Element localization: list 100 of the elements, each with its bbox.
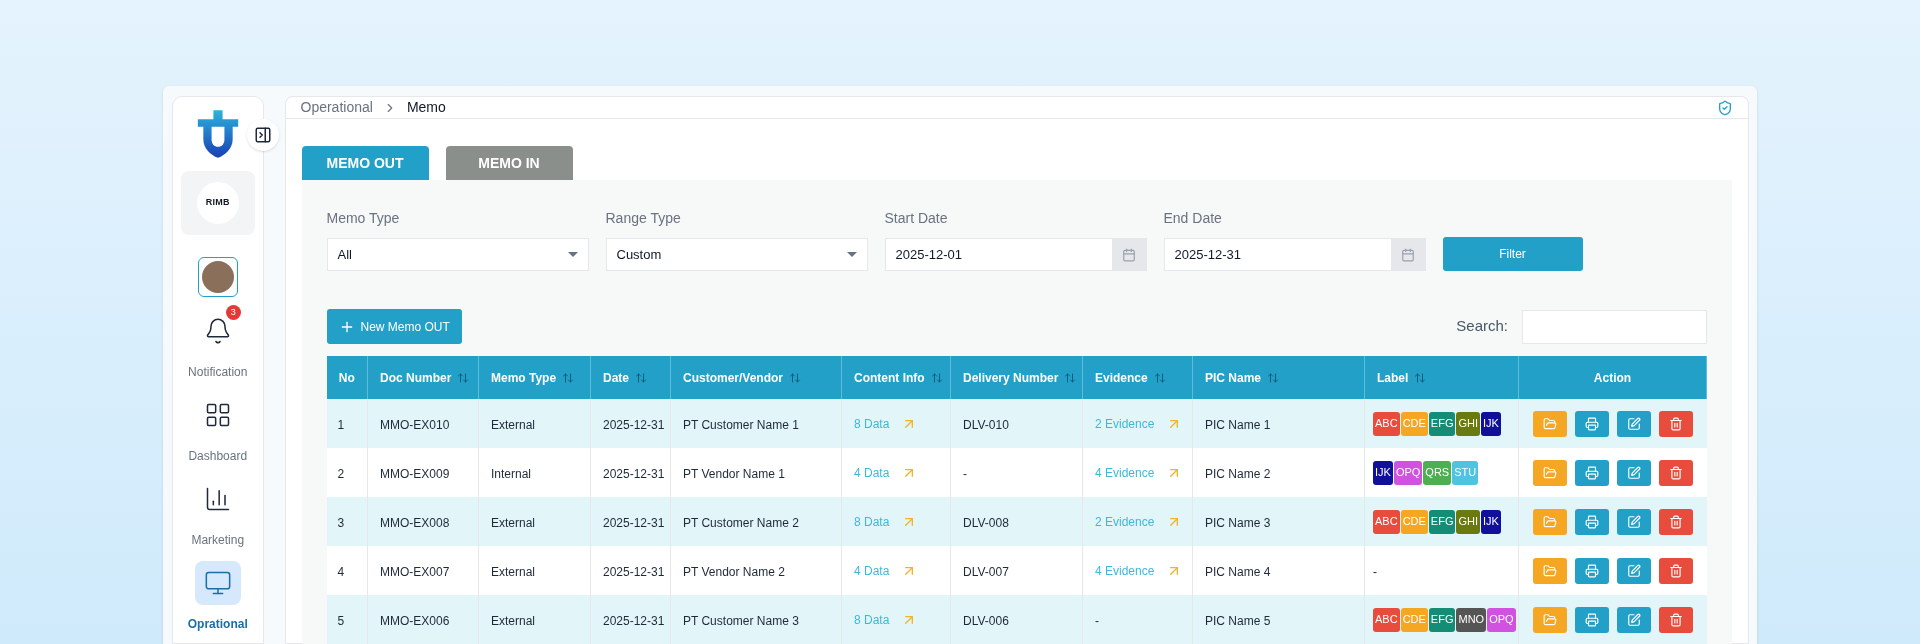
label-tag: EFG	[1428, 607, 1456, 632]
label-tag: OPQ	[1487, 607, 1516, 632]
cell-text: DLV-010	[963, 417, 1009, 432]
cell-text: 2025-12-31	[603, 417, 665, 432]
label-tag: STU	[1452, 460, 1479, 485]
cell-text: 3	[337, 515, 345, 530]
date-field[interactable]: 2025-12-31	[1163, 238, 1426, 271]
select-field[interactable]: All	[326, 238, 589, 271]
nav-item[interactable]: Marketing	[191, 477, 245, 549]
cell-text: -	[1095, 613, 1099, 628]
delete-button[interactable]	[1658, 606, 1693, 633]
cell-text: External	[491, 417, 536, 432]
panel-icon	[253, 126, 272, 144]
folder-icon	[1542, 416, 1557, 431]
link[interactable]: 8 Data	[854, 512, 890, 531]
cell-text: 2025-12-31	[603, 466, 665, 481]
cell-text: 1	[337, 417, 345, 432]
notification-badge: 3	[225, 305, 241, 320]
label-tag: QRS	[1423, 460, 1452, 485]
cell-text: -	[1373, 564, 1377, 579]
delete-button[interactable]	[1658, 508, 1693, 535]
cell-text: 4	[337, 564, 345, 579]
link[interactable]: 4 Data	[854, 463, 890, 482]
company-logo: RIMB	[196, 182, 239, 224]
print-button[interactable]	[1574, 606, 1609, 633]
print-button[interactable]	[1574, 459, 1609, 486]
date-field[interactable]: 2025-12-01	[884, 238, 1147, 271]
link[interactable]: 4 Evidence	[1095, 561, 1155, 580]
cell-text: PT Customer Name 1	[683, 417, 799, 432]
printer-icon	[1584, 612, 1599, 627]
cell-text: PT Vendor Name 2	[683, 564, 785, 579]
edit-button[interactable]	[1616, 606, 1651, 633]
link[interactable]: 8 Data	[854, 414, 890, 433]
edit-button[interactable]	[1616, 557, 1651, 584]
label-tag: EFG	[1428, 411, 1456, 436]
delete-button[interactable]	[1658, 557, 1693, 584]
avatar[interactable]	[197, 257, 238, 297]
folder-button[interactable]	[1532, 410, 1567, 437]
link[interactable]: 2 Evidence	[1095, 414, 1155, 433]
search-label: Search:	[1456, 316, 1508, 337]
label-tag: GHI	[1456, 411, 1481, 436]
cell-text: PT Vendor Name 1	[683, 466, 785, 481]
folder-icon	[1542, 563, 1557, 578]
logo-icon	[195, 109, 240, 159]
link[interactable]: 8 Data	[854, 610, 890, 629]
delete-button[interactable]	[1658, 410, 1693, 437]
cell-text: PIC Name 1	[1205, 417, 1271, 432]
folder-button[interactable]	[1532, 508, 1567, 535]
label-tag: IJK	[1481, 509, 1501, 534]
edit-button[interactable]	[1616, 508, 1651, 535]
tab[interactable]: MEMO OUT	[301, 146, 429, 180]
cell-text: 5	[337, 613, 345, 628]
folder-button[interactable]	[1532, 459, 1567, 486]
cell-text: PIC Name 3	[1205, 515, 1271, 530]
avatar-placeholder	[201, 261, 234, 293]
link[interactable]: 2 Evidence	[1095, 512, 1155, 531]
new-memo-button[interactable]: New Memo OUT	[326, 309, 462, 344]
cell-text: DLV-008	[963, 515, 1009, 530]
printer-icon	[1584, 563, 1599, 578]
folder-button[interactable]	[1532, 606, 1567, 633]
printer-icon	[1584, 465, 1599, 480]
label-tag: ABC	[1373, 509, 1400, 534]
cell-text: External	[491, 613, 536, 628]
cell-text: External	[491, 515, 536, 530]
tab[interactable]: MEMO IN	[445, 146, 573, 180]
print-button[interactable]	[1574, 410, 1609, 437]
cell-text: External	[491, 564, 536, 579]
filter-button[interactable]: Filter	[1442, 237, 1583, 271]
folder-button[interactable]	[1532, 557, 1567, 584]
edit-button[interactable]	[1616, 459, 1651, 486]
cell-text: MMO-EX007	[380, 564, 450, 579]
label-tag: CDE	[1400, 607, 1428, 632]
nav-item[interactable]: Oprational	[187, 561, 248, 633]
label-tag: IJK	[1373, 460, 1393, 485]
caret-icon	[846, 252, 857, 257]
breadcrumb-current: Memo	[406, 98, 446, 117]
trash-icon	[1668, 465, 1683, 480]
link[interactable]: 4 Data	[854, 561, 890, 580]
delete-button[interactable]	[1658, 459, 1693, 486]
trash-icon	[1668, 563, 1683, 578]
cell-text: PT Customer Name 2	[683, 515, 799, 530]
field-label: Range Type	[605, 209, 682, 228]
link[interactable]: 4 Evidence	[1095, 463, 1155, 482]
print-button[interactable]	[1574, 557, 1609, 584]
edit-button[interactable]	[1616, 410, 1651, 437]
select-field[interactable]: Custom	[605, 238, 868, 271]
cell-text: MMO-EX008	[380, 515, 450, 530]
trash-icon	[1668, 612, 1683, 627]
label-tag: MNO	[1456, 607, 1487, 632]
cell-text: 2025-12-31	[603, 515, 665, 530]
search-field[interactable]	[1522, 309, 1707, 344]
panel-toggle-button[interactable]	[246, 119, 279, 151]
cell-text: PIC Name 5	[1205, 613, 1271, 628]
calendar-icon	[1121, 247, 1136, 262]
cell-text: 2025-12-31	[603, 564, 665, 579]
breadcrumb-link[interactable]: Operational	[300, 97, 373, 118]
print-button[interactable]	[1574, 508, 1609, 535]
cell-text: MMO-EX010	[380, 417, 450, 432]
cell-text: MMO-EX006	[380, 613, 450, 628]
nav-item[interactable]: Dashboard	[188, 393, 248, 465]
